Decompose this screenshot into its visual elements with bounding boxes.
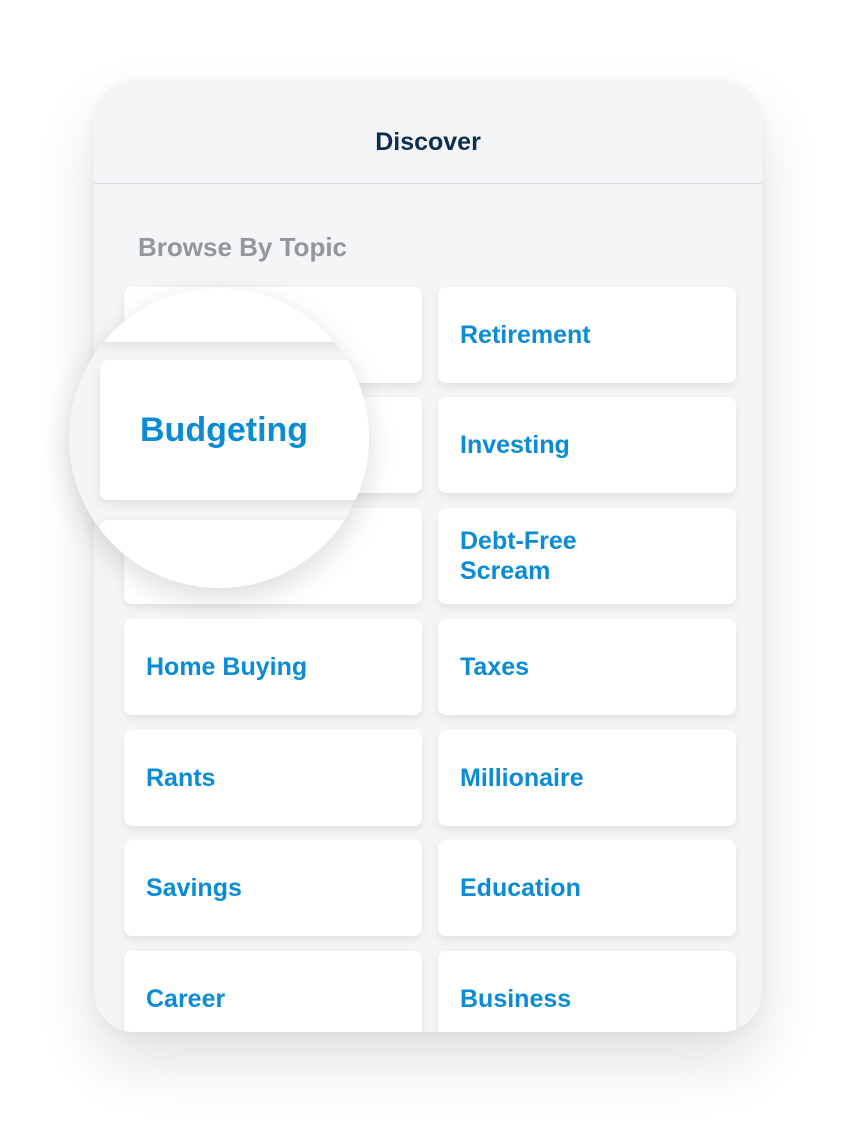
topic-label: Rants [146,764,216,792]
magnified-card-budgeting[interactable]: Budgeting [100,360,369,500]
topic-card-debt-free-scream[interactable]: Debt-Free Scream [438,508,736,604]
topic-label: Debt-Free Scream [460,527,577,585]
topic-label: Career [146,985,226,1013]
topic-card-home-buying[interactable]: Home Buying [124,619,422,715]
topic-card-career[interactable]: Career [124,951,422,1032]
topic-card-savings[interactable]: Savings [124,840,422,936]
topic-label: Retirement [460,321,591,349]
section-heading: Browse By Topic [138,232,348,262]
topic-label: Business [460,985,572,1013]
nav-header: Discover [94,80,762,184]
magnified-card-below [100,520,369,588]
topic-card-taxes[interactable]: Taxes [438,619,736,715]
topic-card-education[interactable]: Education [438,840,736,936]
topic-card-rants[interactable]: Rants [124,730,422,826]
topic-card-business[interactable]: Business [438,951,736,1032]
topic-label: Investing [460,431,570,459]
topic-label: Savings [146,874,242,902]
topic-card-investing[interactable]: Investing [438,397,736,493]
topic-label: Taxes [460,653,530,681]
magnified-card-above [100,288,369,342]
page-title: Discover [375,128,481,156]
magnified-topic-label: Budgeting [140,410,309,449]
topic-card-retirement[interactable]: Retirement [438,287,736,383]
magnifier-lens: Budgeting [69,288,369,588]
topic-label: Home Buying [146,653,308,681]
topic-card-millionaire[interactable]: Millionaire [438,730,736,826]
topic-label: Education [460,874,581,902]
topic-label: Millionaire [460,764,584,792]
